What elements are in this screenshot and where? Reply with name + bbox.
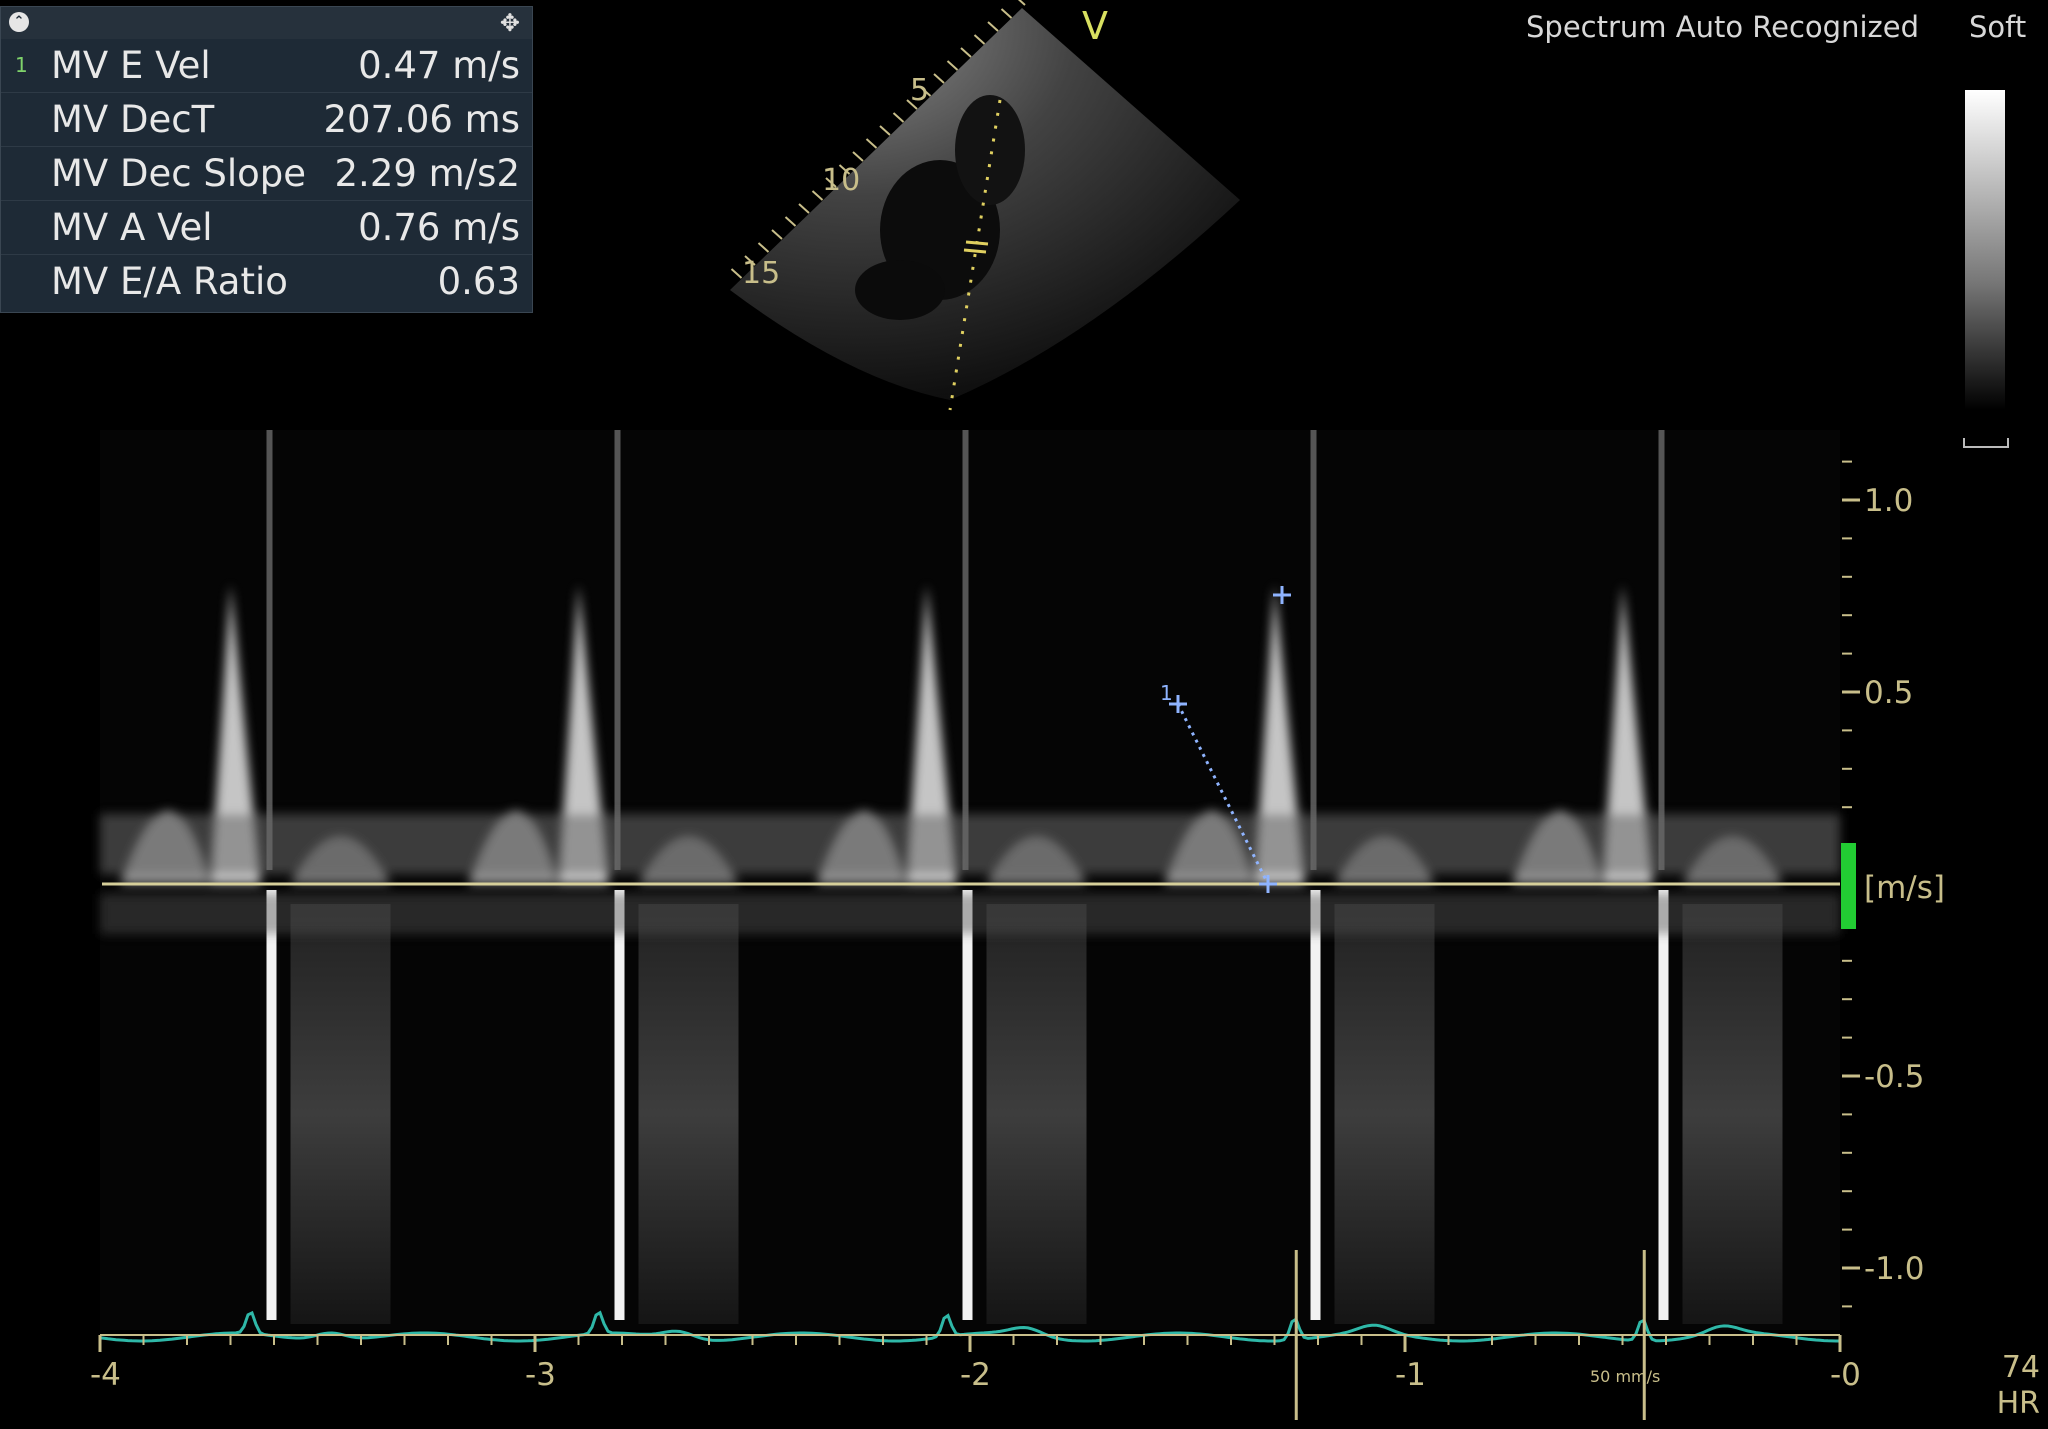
baseline-marker[interactable]	[1841, 843, 1856, 929]
move-icon[interactable]: ✥	[500, 9, 520, 37]
measurement-label: MV E Vel	[51, 44, 211, 87]
measurement-value: 0.76 m/s	[358, 206, 520, 249]
measurement-row[interactable]: MV Dec Slope 2.29 m/s2	[1, 147, 532, 201]
measurement-row[interactable]: 1 MV E Vel 0.47 m/s	[1, 39, 532, 93]
measurement-value: 0.47 m/s	[358, 44, 520, 87]
valve-click-artifact	[614, 430, 621, 870]
velocity-tick-label: 0.5	[1864, 675, 1913, 711]
time-tick-label: -4	[90, 1357, 121, 1393]
spectral-band	[638, 904, 739, 1324]
ultrasound-screen: 5 10 15 V Spectrum Auto Recognized Soft 1.…	[0, 0, 2048, 1429]
measurement-row[interactable]: MV DecT 207.06 ms	[1, 93, 532, 147]
measurement-label: MV E/A Ratio	[51, 260, 288, 303]
valve-click-artifact	[266, 430, 273, 870]
measurement-index: 1	[15, 53, 28, 77]
measurement-value: 0.63	[437, 260, 520, 303]
sweep-speed-label: 50 mm/s	[1590, 1367, 1661, 1386]
time-tick-label: -1	[1395, 1357, 1426, 1393]
heart-rate-label: HR	[1996, 1386, 2040, 1421]
caliper-index-label: 1	[1160, 681, 1173, 705]
measurement-label: MV A Vel	[51, 206, 213, 249]
measurement-value: 2.29 m/s2	[334, 152, 520, 195]
valve-click-artifact	[1658, 890, 1669, 1320]
spectral-band	[1334, 904, 1435, 1324]
velocity-unit-label: [m/s]	[1864, 870, 1945, 906]
valve-click-artifact	[266, 890, 277, 1320]
measurement-label: MV DecT	[51, 98, 215, 141]
collapse-icon[interactable]: ⌃	[9, 12, 29, 32]
time-tick-label: -0	[1830, 1357, 1861, 1393]
spectral-band	[1682, 904, 1783, 1324]
valve-click-artifact	[614, 890, 625, 1320]
spectral-band	[100, 814, 1840, 874]
spectral-band	[290, 904, 391, 1324]
measurement-row[interactable]: MV A Vel 0.76 m/s	[1, 201, 532, 255]
valve-click-artifact	[962, 430, 969, 870]
heart-rate-value: 74	[2001, 1350, 2040, 1385]
velocity-tick-label: 1.0	[1864, 483, 1913, 519]
valve-click-artifact	[1310, 430, 1317, 870]
measurement-value: 207.06 ms	[323, 98, 520, 141]
valve-click-artifact	[962, 890, 973, 1320]
valve-click-artifact	[1658, 430, 1665, 870]
measurement-panel-header[interactable]: ⌃ ✥	[1, 7, 532, 39]
spectral-band	[100, 894, 1840, 934]
velocity-tick-label: -0.5	[1864, 1059, 1925, 1095]
measurement-row[interactable]: MV E/A Ratio 0.63	[1, 255, 532, 308]
measurement-panel[interactable]: ⌃ ✥ 1 MV E Vel 0.47 m/s MV DecT 207.06 ms MV …	[0, 6, 533, 313]
valve-click-artifact	[1310, 890, 1321, 1320]
measurement-list: 1 MV E Vel 0.47 m/s MV DecT 207.06 ms MV Dec …	[1, 39, 532, 308]
time-tick-label: -3	[525, 1357, 556, 1393]
time-tick-label: -2	[960, 1357, 991, 1393]
velocity-tick-label: -1.0	[1864, 1251, 1925, 1287]
spectral-band	[986, 904, 1087, 1324]
measurement-label: MV Dec Slope	[51, 152, 307, 195]
